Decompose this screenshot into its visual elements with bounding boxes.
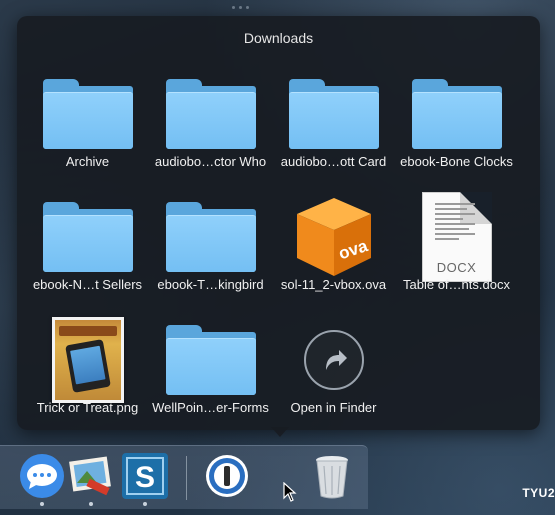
- stack-item-label: ebook-N…t Sellers: [32, 277, 143, 292]
- dock-separator: [186, 456, 187, 500]
- snagit-icon: S: [122, 453, 168, 499]
- png-thumbnail-icon: [51, 317, 124, 403]
- stack-title: Downloads: [243, 30, 314, 46]
- stack-item-label: Table of…nts.docx: [403, 277, 510, 292]
- stack-item-archive[interactable]: Archive: [26, 62, 149, 185]
- stack-item-table-of-contents-docx[interactable]: DOCX Table of…nts.docx: [395, 185, 518, 308]
- folder-icon: [165, 79, 256, 149]
- stack-item-wellpoint-forms[interactable]: WellPoin…er-Forms: [149, 308, 272, 431]
- dock-item-trash[interactable]: [308, 452, 356, 500]
- folder-icon: [165, 325, 256, 395]
- trash-icon: [316, 456, 348, 499]
- folder-icon: [42, 79, 133, 149]
- dock-item-messages[interactable]: [18, 452, 66, 506]
- stack-item-label: ebook-T…kingbird: [157, 277, 264, 292]
- folder-icon: [165, 202, 256, 272]
- folder-icon: [42, 202, 133, 272]
- docx-icon-text: DOCX: [436, 260, 477, 275]
- stack-grab-handle: [232, 6, 249, 9]
- stack-item-label: WellPoin…er-Forms: [152, 400, 269, 415]
- ova-file-icon: ova: [296, 198, 371, 276]
- 1password-icon: [206, 455, 248, 497]
- svg-text:S: S: [135, 461, 155, 494]
- stack-item-label: Archive: [65, 154, 110, 169]
- dock-item-photo-app[interactable]: [67, 452, 115, 506]
- open-in-finder-arrow-icon: [303, 330, 364, 390]
- stack-item-label: audiobo…ott Card: [280, 154, 387, 169]
- mouse-cursor-icon: [283, 482, 297, 502]
- stack-item-ebook-bone-clocks[interactable]: ebook-Bone Clocks: [395, 62, 518, 185]
- stack-item-ebook-mockingbird[interactable]: ebook-T…kingbird: [149, 185, 272, 308]
- stack-grid: Archive audiobo…ctor Who audiobo…ott Car…: [26, 62, 518, 431]
- stack-item-ebook-best-sellers[interactable]: ebook-N…t Sellers: [26, 185, 149, 308]
- stack-pointer-arrow: [271, 427, 289, 437]
- photo-app-icon: [69, 456, 111, 496]
- stack-item-label: audiobo…ctor Who: [154, 154, 267, 169]
- docx-file-icon: DOCX: [421, 192, 492, 282]
- stack-item-audiobook-scott-card[interactable]: audiobo…ott Card: [272, 62, 395, 185]
- folder-icon: [288, 79, 379, 149]
- dock-item-snagit[interactable]: S: [121, 452, 169, 506]
- stack-item-audiobook-doctor-who[interactable]: audiobo…ctor Who: [149, 62, 272, 185]
- stack-item-trick-or-treat-png[interactable]: Trick or Treat.png: [26, 308, 149, 431]
- desktop-corner-text: TYU2: [522, 486, 555, 500]
- stack-item-label: sol-11_2-vbox.ova: [280, 277, 387, 292]
- dock-item-1password[interactable]: [203, 452, 251, 500]
- stack-item-label: Trick or Treat.png: [36, 400, 139, 415]
- downloads-stack-popup: Downloads Archive audiobo…ctor Who audio…: [17, 16, 540, 430]
- folder-icon: [411, 79, 502, 149]
- stack-item-sol-vbox-ova[interactable]: ova sol-11_2-vbox.ova: [272, 185, 395, 308]
- stack-item-label: ebook-Bone Clocks: [400, 154, 513, 169]
- stack-item-label: Open in Finder: [290, 400, 377, 415]
- open-in-finder-button[interactable]: Open in Finder: [272, 308, 395, 431]
- dock: S: [0, 445, 368, 509]
- messages-icon: [20, 454, 64, 498]
